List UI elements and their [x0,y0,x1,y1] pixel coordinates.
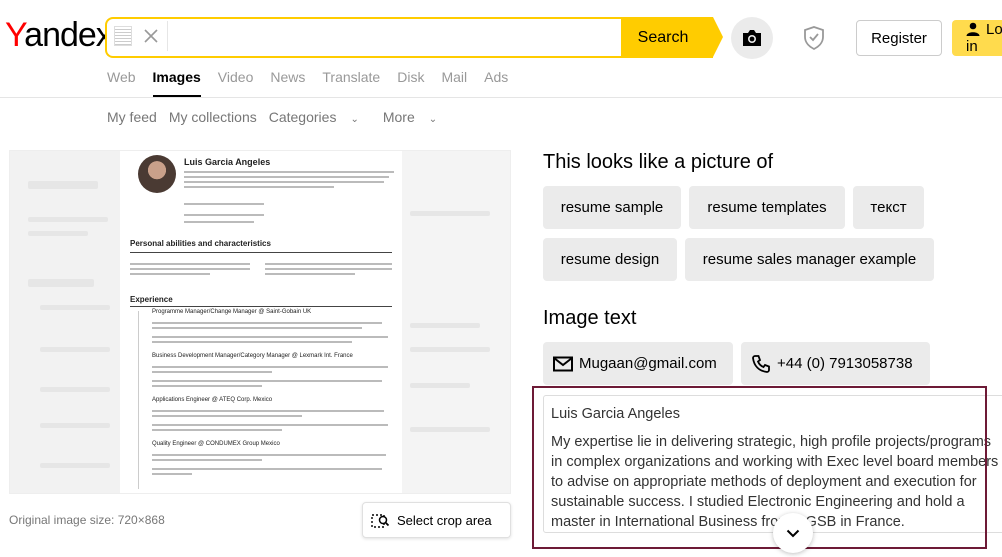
clear-icon[interactable] [141,25,161,47]
user-icon [966,22,980,36]
resume-job-1: Programme Manager/Change Manager @ Saint… [152,309,312,315]
login-button[interactable]: Log in [952,20,1002,56]
camera-search-button[interactable] [731,17,773,59]
search-bar: Search [105,17,723,58]
tag-resume-sales-manager-example[interactable]: resume sales manager example [685,238,934,281]
subnav-more[interactable]: More ⌄ [383,109,449,125]
tag-resume-design[interactable]: resume design [543,238,677,281]
tag-resume-sample[interactable]: resume sample [543,186,681,229]
crop-label: Select crop area [397,512,492,528]
blurred-background-left [10,151,120,493]
tab-ads[interactable]: Ads [484,68,508,97]
looks-like-heading: This looks like a picture of [543,151,774,173]
subnav-my-feed[interactable]: My feed [107,109,157,125]
sub-nav: My feed My collections Categories ⌄ More ⌄ [107,109,461,125]
blurred-background-right [400,151,510,493]
camera-icon [743,30,761,46]
image-text-heading: Image text [543,307,637,329]
resume-image: Luis Garcia Angeles Personal abilities a… [120,151,402,493]
resume-job-2: Business Development Manager/Category Ma… [152,353,353,359]
resume-job-4: Quality Engineer @ CONDUMEX Group Mexico [152,441,280,447]
resume-section-experience: Experience [130,295,173,304]
shield-icon[interactable] [802,25,826,51]
chevron-down-icon: ⌄ [350,114,359,125]
crop-icon [371,514,389,528]
search-input[interactable] [105,17,621,58]
original-image-size: Original image size: 720×868 [9,513,165,527]
phone-chip[interactable]: +44 (0) 7913058738 [741,342,930,385]
resume-name: Luis Garcia Angeles [184,157,271,167]
subnav-categories[interactable]: Categories ⌄ [269,109,371,125]
email-value: Mugaan@gmail.com [579,355,717,372]
query-image-thumbnail[interactable] [114,26,132,46]
tab-disk[interactable]: Disk [397,68,424,97]
email-chip[interactable]: Mugaan@gmail.com [543,342,733,385]
phone-value: +44 (0) 7913058738 [777,355,913,372]
tag-resume-templates[interactable]: resume templates [689,186,845,229]
chevron-down-icon [786,529,800,537]
tab-translate[interactable]: Translate [322,68,380,97]
tab-web[interactable]: Web [107,68,136,97]
register-button[interactable]: Register [856,20,942,56]
yandex-logo[interactable]: Yandex [5,16,113,55]
tab-images[interactable]: Images [152,68,201,97]
highlight-frame [532,386,987,549]
categories-label: Categories [268,109,337,125]
header-divider [0,97,1002,98]
search-divider [167,21,168,51]
tab-mail[interactable]: Mail [441,68,467,97]
tab-video[interactable]: Video [218,68,254,97]
main-nav: Web Images Video News Translate Disk Mai… [107,68,525,97]
resume-job-3: Applications Engineer @ ATEQ Corp. Mexic… [152,397,273,403]
resume-photo [138,155,176,193]
more-label: More [382,109,415,125]
subnav-my-collections[interactable]: My collections [169,109,257,125]
select-crop-area-button[interactable]: Select crop area [362,502,511,538]
mail-icon [553,356,573,371]
resume-section-abilities: Personal abilities and characteristics [130,239,271,248]
search-button[interactable]: Search [621,17,723,58]
phone-icon [752,354,770,373]
logo-text: andex [24,16,113,54]
tab-news[interactable]: News [270,68,305,97]
expand-text-button[interactable] [773,513,813,553]
image-preview[interactable]: Luis Garcia Angeles Personal abilities a… [9,150,511,494]
chevron-down-icon: ⌄ [428,114,438,125]
tag-text[interactable]: текст [853,186,924,229]
